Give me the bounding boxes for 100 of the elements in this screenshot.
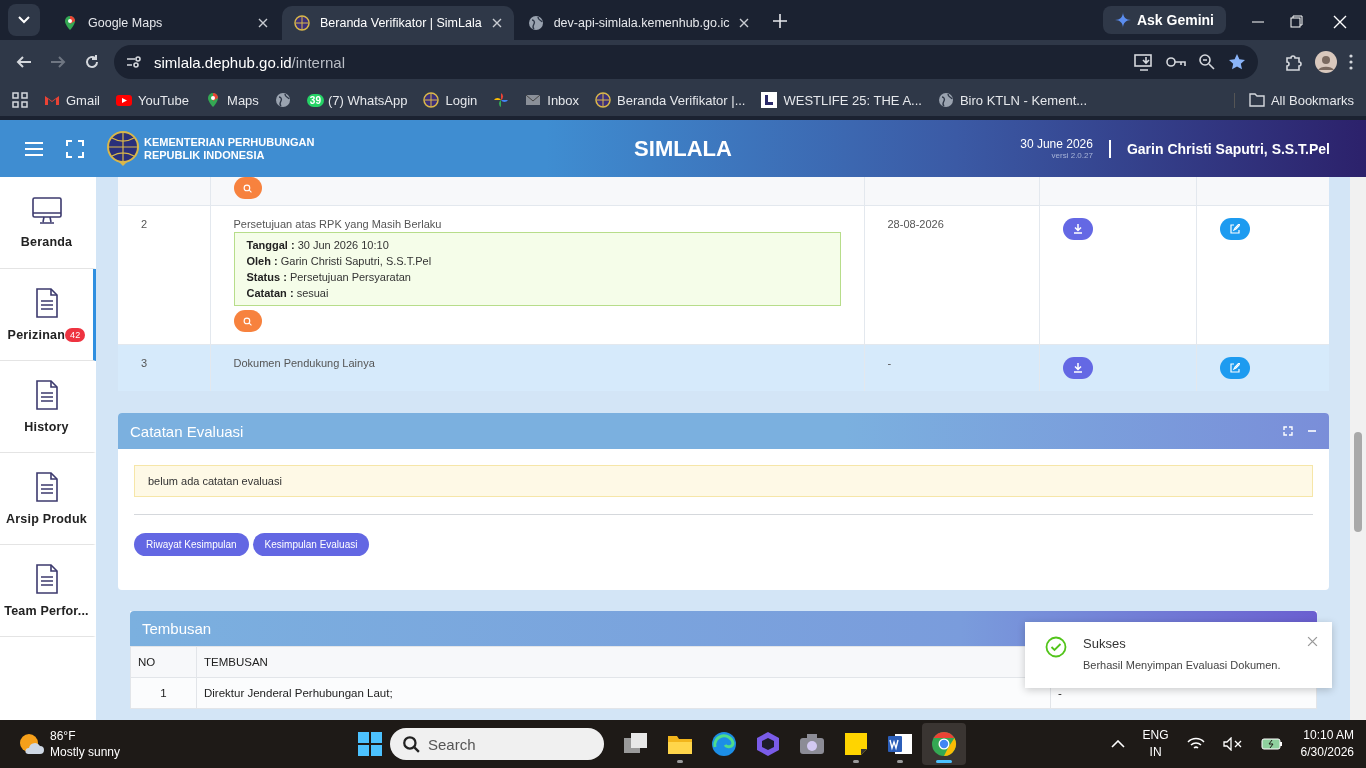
browser-tab[interactable]: Beranda Verifikator | SimLala	[282, 6, 514, 40]
bookmark-link[interactable]: Maps	[205, 92, 259, 108]
zoom-out-icon	[1198, 53, 1216, 71]
url-text: simlala.dephub.go.id/internal	[154, 53, 345, 71]
document-name: Dokumen Pendukung Lainya	[233, 357, 376, 369]
action-button[interactable]: Kesimpulan Evaluasi	[252, 533, 370, 556]
download-button[interactable]	[1062, 357, 1093, 379]
user-name: Garin Christi Saputri, S.S.T.Pel	[1126, 140, 1330, 157]
all-bookmarks-button[interactable]: All Bookmarks	[1233, 92, 1354, 108]
site-settings-icon	[126, 54, 142, 70]
taskbar-search-field[interactable]: Search	[390, 728, 604, 760]
close-tab-button[interactable]	[491, 18, 502, 28]
browser-tab[interactable]: Google Maps	[50, 6, 280, 40]
bookmark-link[interactable]: Biro KTLN - Kement...	[937, 92, 1088, 108]
expand-icon	[1283, 426, 1293, 436]
bookmark-link[interactable]: Beranda Verifikator |...	[595, 92, 746, 108]
bookmark-button[interactable]	[493, 92, 510, 108]
close-tab-button[interactable]	[258, 18, 268, 28]
puzzle-icon	[1284, 52, 1304, 72]
clock-time: 10:10 AM	[1303, 727, 1354, 744]
maximize-button[interactable]	[1283, 426, 1293, 436]
document-icon	[34, 379, 59, 410]
sidebar-item[interactable]: Perizinan 42	[0, 269, 96, 361]
search-button[interactable]	[233, 310, 262, 332]
date-cell: -	[887, 357, 892, 369]
browser-tab[interactable]: dev-api-simlala.kemenhub.go.ic	[515, 6, 762, 40]
check-circle-icon	[1045, 636, 1067, 658]
chrome-ball-icon	[931, 731, 957, 757]
close-icon	[739, 18, 750, 28]
table-cell: 1	[130, 677, 197, 709]
language-label: ENG	[1142, 727, 1169, 744]
close-button[interactable]	[1307, 636, 1318, 647]
chevron-down-icon	[18, 16, 30, 24]
minimize-icon	[1252, 21, 1264, 23]
bookmark-link[interactable]: YouTube	[115, 92, 190, 108]
language-label: IN	[1149, 744, 1162, 761]
address-bar[interactable]: simlala.dephub.go.id/internal	[114, 45, 1258, 79]
ministry-name: KEMENTERIAN PERHUBUNGAN REPUBLIK INDONESIA	[144, 135, 315, 162]
column-header: NO	[130, 646, 197, 678]
download-icon	[1072, 224, 1083, 234]
action-button[interactable]: Riwayat Kesimpulan	[134, 533, 249, 556]
row-number: 3	[141, 357, 148, 369]
bookmark-link[interactable]: Gmail	[44, 92, 100, 108]
header-date: 30 June 2026	[1020, 137, 1093, 151]
search-icon	[243, 316, 252, 326]
close-tab-button[interactable]	[739, 18, 750, 28]
plus-icon	[773, 14, 788, 28]
globe-icon	[937, 92, 954, 108]
edit-icon	[1229, 363, 1240, 373]
bookmark-link[interactable]: 39 (7) WhatsApp	[306, 92, 408, 108]
bookmark-link[interactable]: Inbox	[525, 92, 580, 108]
windows-stack-icon	[623, 732, 649, 756]
monitor-icon	[31, 196, 62, 225]
tab-search-button[interactable]	[8, 4, 40, 36]
play-icon	[115, 92, 132, 108]
document-icon	[34, 563, 59, 594]
camera-icon	[799, 733, 825, 755]
temperature: 86°F	[50, 728, 77, 744]
toast-title: Sukses	[1083, 636, 1127, 651]
card-title: Tembusan	[142, 620, 213, 637]
date-cell: 28-08-2026	[887, 218, 944, 230]
install-app-icon	[1134, 53, 1154, 71]
fullscreen-button[interactable]	[66, 139, 84, 158]
taskbar-app[interactable]	[922, 723, 966, 765]
download-icon	[1072, 363, 1083, 373]
new-tab-button[interactable]	[773, 14, 788, 28]
edit-icon	[1229, 224, 1240, 234]
edit-button[interactable]	[1219, 218, 1250, 240]
approval-detail: Oleh : Garin Christi Saputri, S.S.T.Pel	[246, 255, 433, 267]
apps-grid-icon	[12, 92, 28, 108]
search-icon	[243, 183, 252, 193]
avatar-icon	[1314, 50, 1338, 74]
emblem-icon	[423, 92, 440, 108]
star-icon	[1228, 53, 1246, 71]
chat-badge: 39	[306, 93, 324, 107]
bookmark-link[interactable]: Login	[423, 92, 478, 108]
sticky-note-icon	[844, 732, 868, 756]
letter-l-icon	[761, 92, 778, 108]
wifi-icon	[1186, 737, 1205, 751]
card-title: Catatan Evaluasi	[130, 422, 245, 440]
document-icon	[34, 471, 59, 502]
chevron-up-icon	[1110, 740, 1125, 748]
evaluation-note: belum ada catatan evaluasi	[134, 465, 1313, 497]
emblem-icon	[294, 15, 310, 31]
folder-icon	[667, 733, 693, 755]
menu-button[interactable]	[24, 140, 44, 157]
speaker-muted-icon	[1222, 737, 1243, 751]
menu-icon	[24, 140, 44, 157]
sun-cloud-icon	[18, 732, 44, 756]
globe-icon	[527, 15, 544, 31]
bookmark-link[interactable]: WESTLIFE 25: THE A...	[761, 92, 922, 108]
scrollbar[interactable]	[1350, 177, 1366, 720]
version-label: versi 2.0.27	[1050, 151, 1093, 160]
count-badge: 42	[64, 327, 86, 342]
download-button[interactable]	[1062, 218, 1093, 240]
ask-gemini-button[interactable]: Ask Gemini	[1102, 6, 1226, 34]
approval-detail: Status : Persetujuan Persyaratan	[246, 271, 412, 283]
start-button[interactable]	[358, 732, 382, 756]
weather-text: Mostly sunny	[50, 744, 121, 760]
bookmark-button[interactable]	[274, 92, 291, 108]
